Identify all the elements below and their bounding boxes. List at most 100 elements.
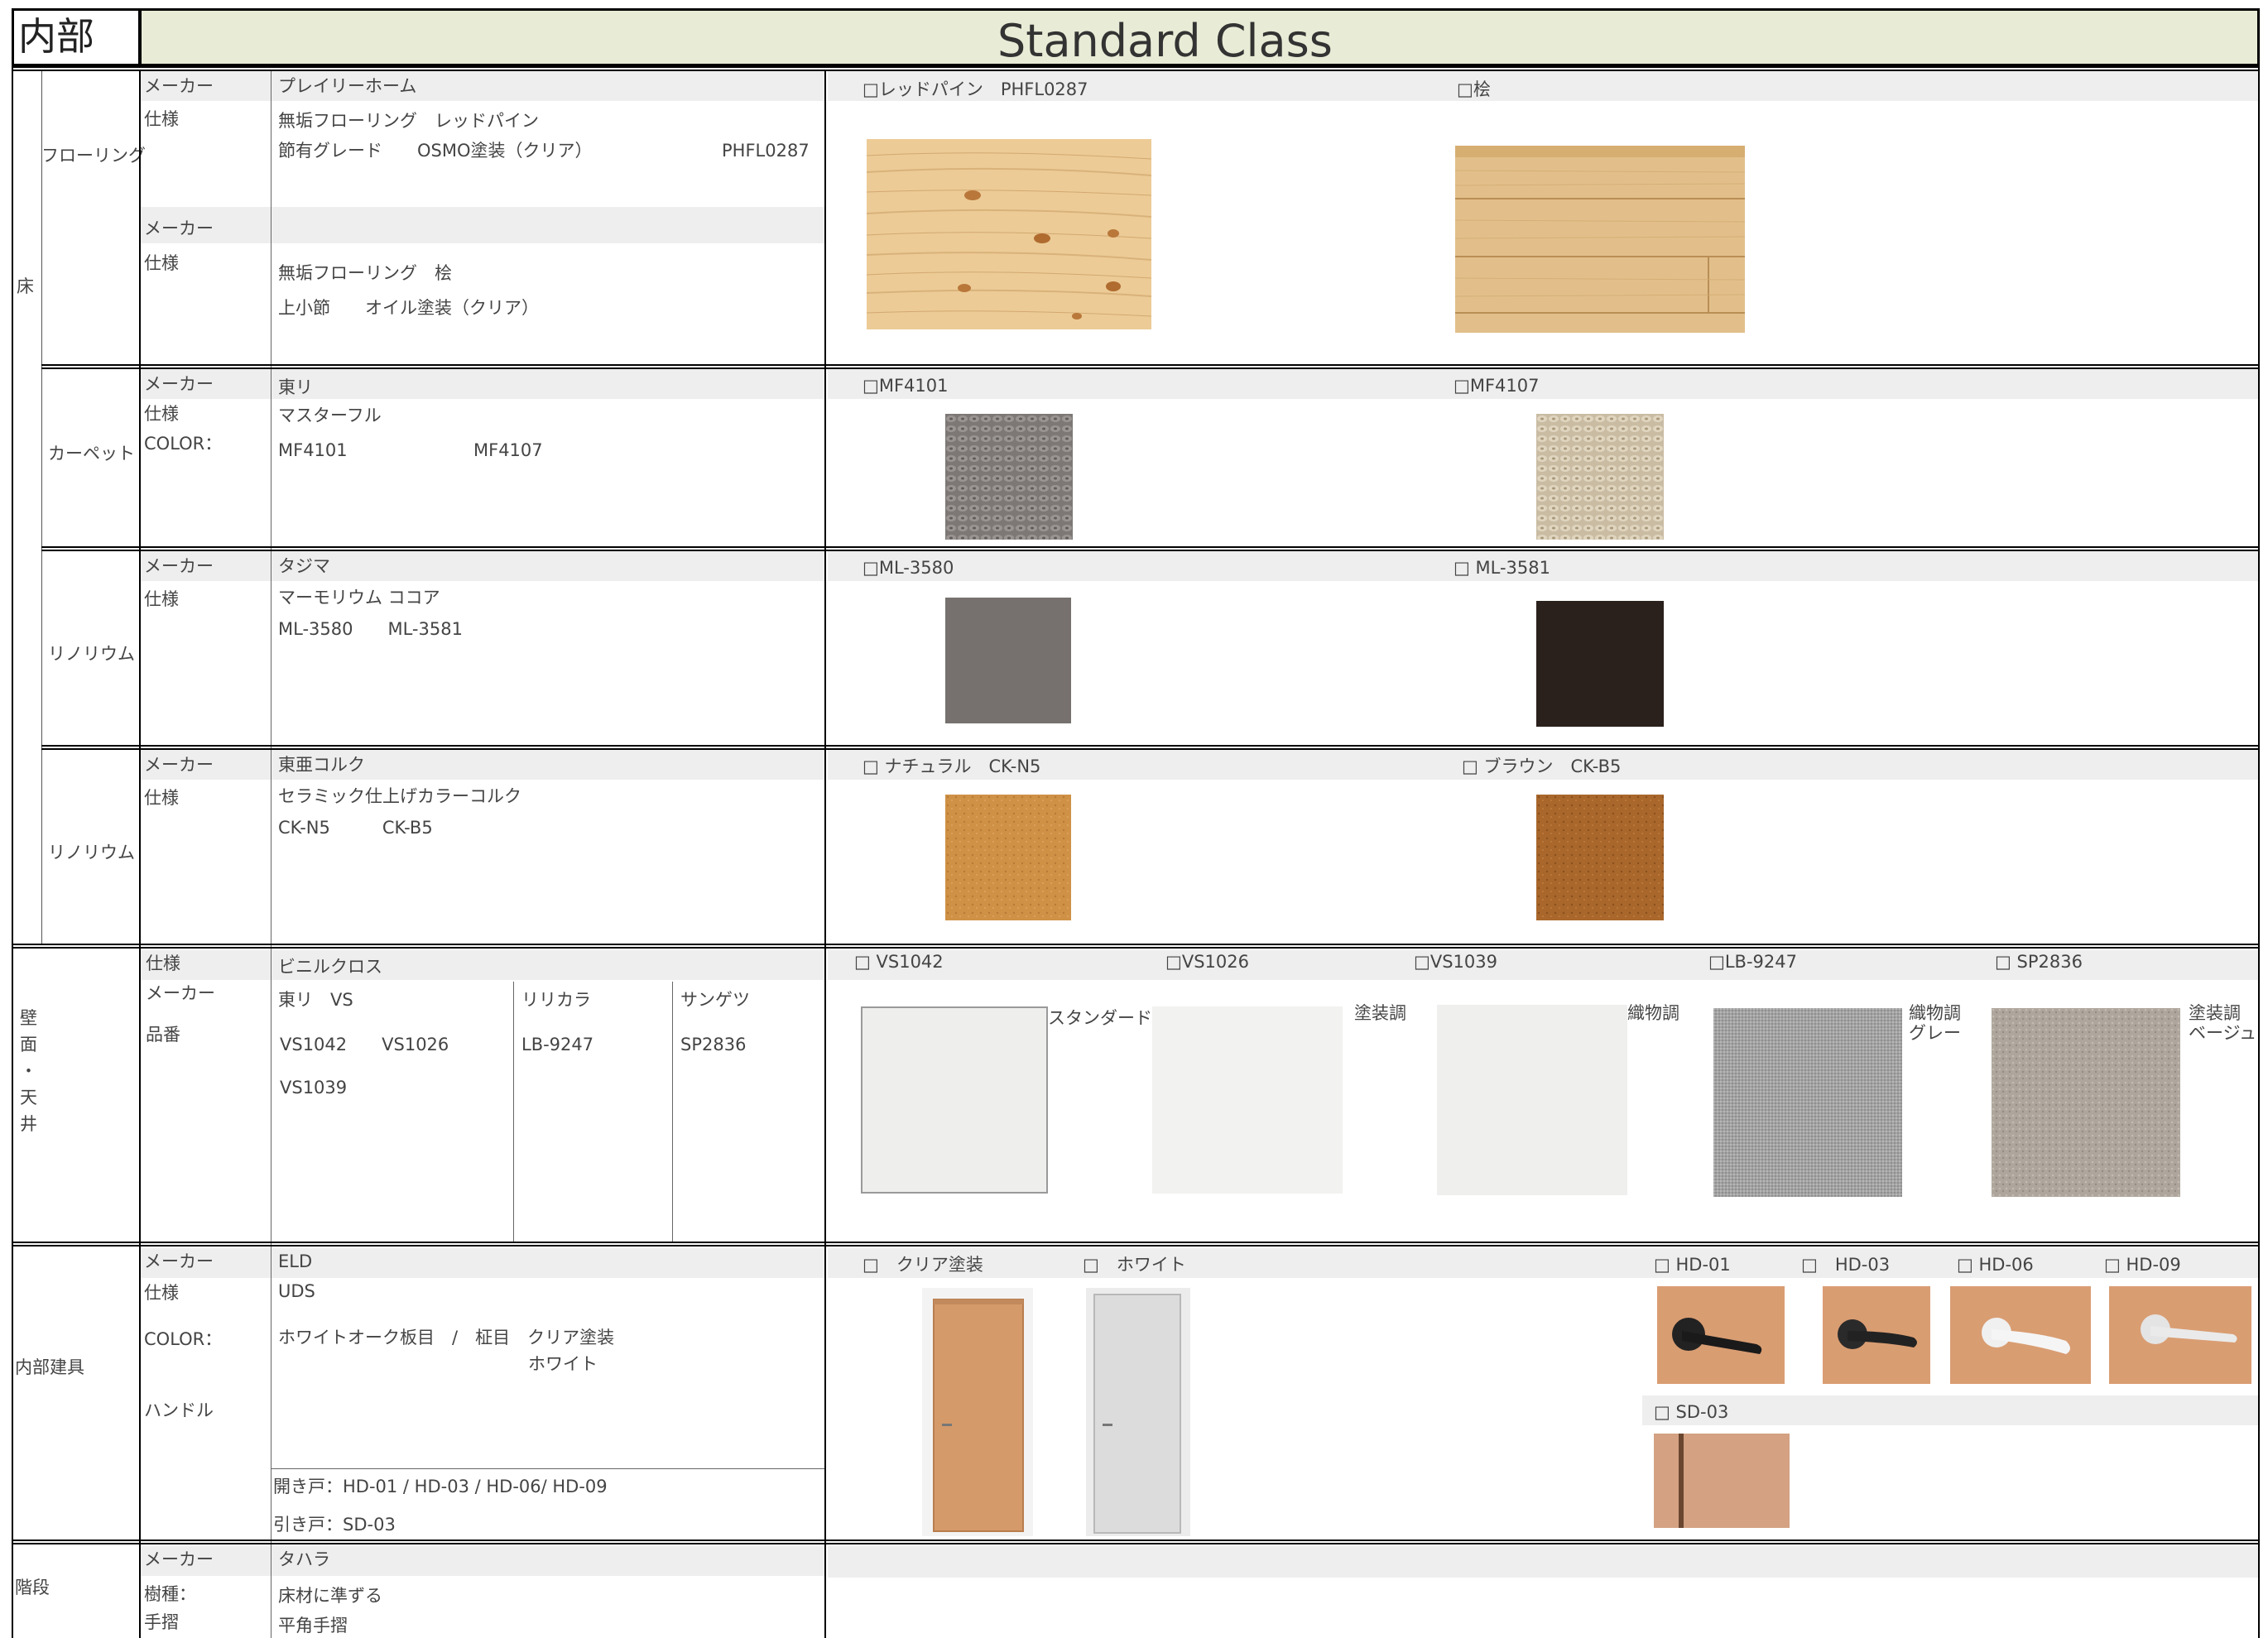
- sample-label: □ HD-03: [1801, 1255, 1891, 1275]
- cork-maker: 東亜コルク: [278, 755, 365, 775]
- grid-line: [41, 748, 2260, 750]
- sample-label: □MF4101: [863, 376, 949, 396]
- color-label: COLOR：: [144, 1329, 223, 1349]
- door-clear-swatch: [922, 1288, 1033, 1536]
- handle-label: ハンドル: [144, 1400, 214, 1420]
- row-highlight: [828, 369, 2260, 399]
- wall-code-b: LB-9247: [521, 1035, 594, 1054]
- grid-line: [271, 1468, 824, 1469]
- hinoki-swatch: [1455, 146, 1745, 333]
- maker-label: メーカー: [144, 556, 214, 576]
- row-highlight: [141, 369, 824, 399]
- floor-category-label: 床: [17, 276, 34, 296]
- spec-label: 仕様: [144, 1283, 179, 1303]
- wall-lb9247-swatch: [1713, 1008, 1902, 1197]
- row-highlight: [141, 950, 824, 980]
- wall-codes-a1: VS1042 VS1026: [280, 1035, 449, 1054]
- wall-sample-desc: スタンダード: [1048, 1008, 1152, 1028]
- wall-maker-b: リリカラ: [521, 990, 591, 1010]
- wall-sp2836-swatch: [1992, 1008, 2180, 1197]
- grid-line: [12, 947, 2260, 949]
- wall-vs1026-swatch: [1152, 1006, 1343, 1194]
- spec-label: 仕様: [144, 109, 179, 129]
- doors-open-handles: 開き戸：HD-01 / HD-03 / HD-06/ HD-09: [273, 1477, 608, 1496]
- spec-label: 仕様: [144, 788, 179, 808]
- handle-hd03-swatch: [1823, 1286, 1930, 1384]
- wall-maker-a: 東リ VS: [278, 990, 353, 1010]
- stairs-category-label: 階段: [15, 1578, 50, 1597]
- row-highlight: [141, 750, 824, 780]
- doors-sliding-handle: 引き戸：SD-03: [273, 1515, 396, 1535]
- doors-spec: UDS: [278, 1281, 315, 1301]
- row-highlight: [141, 207, 824, 243]
- maker-label: メーカー: [146, 983, 215, 1003]
- linoleum-label: リノリウム: [48, 644, 135, 664]
- row-highlight: [141, 551, 824, 581]
- wall-category-char: 壁: [20, 1008, 37, 1028]
- handrail-label: 手摺: [144, 1612, 179, 1632]
- flooring-spec-1a: 無垢フローリング レッドパイン: [278, 111, 539, 131]
- row-highlight: [141, 1546, 824, 1576]
- grid-line: [12, 70, 2260, 71]
- sample-label: □VS1026: [1165, 952, 1249, 972]
- linoleum-maker: タジマ: [278, 556, 330, 576]
- handle-hd09-swatch: [2109, 1286, 2251, 1384]
- wall-sample-desc: 塗装調 ベージュ: [2189, 1003, 2257, 1043]
- sample-label: □レッドパイン PHFL0287: [863, 79, 1088, 99]
- spec-label: 仕様: [146, 953, 180, 973]
- maker-label: メーカー: [144, 1549, 214, 1569]
- sample-label: □ SP2836: [1995, 952, 2083, 972]
- wall-category-char: ・: [20, 1061, 37, 1081]
- grid-line: [12, 1540, 2260, 1541]
- row-highlight: [1642, 1395, 2260, 1425]
- row-highlight: [141, 71, 824, 101]
- flooring-maker-1: プレイリーホーム: [278, 76, 417, 96]
- sample-label: □ HD-06: [1957, 1255, 2034, 1275]
- handle-hd06-swatch: [1950, 1286, 2091, 1384]
- flooring-spec-1-code: PHFL0287: [722, 141, 810, 161]
- cork-label: リノリウム: [48, 843, 135, 862]
- wall-sample-desc: 織物調 グレー: [1909, 1003, 1961, 1043]
- carpet-color-2: MF4107: [473, 440, 543, 460]
- partno-label: 品番: [146, 1025, 180, 1045]
- grid-line: [12, 66, 2260, 68]
- maker-label: メーカー: [144, 1251, 214, 1271]
- spec-label: 仕様: [144, 404, 179, 424]
- sliding-door-sd03-swatch: [1654, 1434, 1790, 1528]
- row-highlight: [828, 1546, 2260, 1578]
- sample-label: □ ML-3581: [1454, 558, 1550, 578]
- grid-line: [12, 944, 2260, 945]
- doors-maker: ELD: [278, 1251, 313, 1271]
- grid-line: [41, 550, 2260, 551]
- wall-code-c: SP2836: [680, 1035, 747, 1054]
- carpet-mf4107-swatch: [1536, 414, 1664, 540]
- grid-line: [12, 68, 13, 1638]
- wall-category-char: 井: [20, 1114, 37, 1134]
- grid-line: [12, 1242, 2260, 1243]
- species-label: 樹種：: [144, 1584, 196, 1604]
- flooring-spec-2a: 無垢フローリング 桧: [278, 263, 452, 283]
- wall-codes-a2: VS1039: [280, 1078, 348, 1098]
- section-label: 内部: [18, 14, 94, 59]
- wall-sample-desc: 塗装調: [1354, 1003, 1406, 1023]
- sample-label: □ ナチュラル CK-N5: [863, 757, 1041, 776]
- carpet-color-1: MF4101: [278, 440, 348, 460]
- grid-line: [824, 70, 826, 1638]
- grid-line: [41, 745, 2260, 747]
- linoleum-codes: ML-3580 ML-3581: [278, 619, 463, 639]
- doors-color-2: ホワイト: [528, 1354, 598, 1374]
- sample-label: □LB-9247: [1708, 952, 1797, 972]
- grid-line: [139, 70, 141, 1638]
- carpet-maker: 東リ: [278, 377, 313, 397]
- sample-label: □ クリア塗装: [863, 1255, 983, 1275]
- grid-line: [672, 982, 673, 1243]
- wall-sample-desc: 織物調: [1627, 1003, 1679, 1023]
- color-label: COLOR：: [144, 434, 223, 454]
- grid-line: [41, 364, 2260, 366]
- grid-line: [12, 1245, 2260, 1247]
- wall-spec: ビニルクロス: [278, 957, 382, 977]
- maker-label: メーカー: [144, 755, 214, 775]
- cork-spec: セラミック仕上げカラーコルク: [278, 786, 521, 806]
- wall-vs1042-swatch: [861, 1006, 1048, 1194]
- door-white-swatch: [1086, 1288, 1190, 1536]
